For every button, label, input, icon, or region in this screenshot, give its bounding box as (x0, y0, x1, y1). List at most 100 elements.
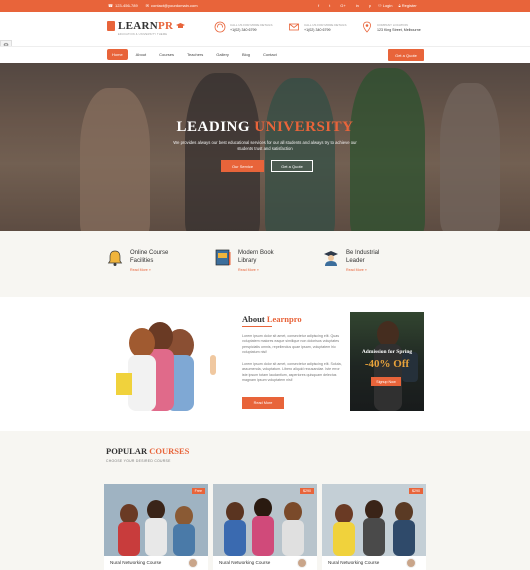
promo-title: Admission for Spring (361, 349, 413, 355)
nav-item-courses[interactable]: Courses (154, 49, 179, 60)
feature-title: Online Course Facilities (130, 250, 169, 264)
promo-discount: -40% Off (364, 358, 410, 370)
email-text: contact@yourdomain.com (151, 3, 198, 8)
logo[interactable]: LEARNPR (107, 20, 186, 32)
pinterest-icon[interactable]: p (369, 3, 371, 8)
price-badge: Free (191, 488, 205, 494)
login-link[interactable]: ⚇ Login (378, 3, 393, 8)
courses-subtitle: CHOOSE YOUR DESIRED COURSE (106, 459, 171, 463)
hero-banner: LEADING UNIVERSITY We provides always ou… (0, 63, 530, 231)
course-card[interactable]: Free Nural Networking Course (104, 484, 208, 570)
course-card[interactable]: $290 Nural Networking Course (213, 484, 317, 570)
register-link[interactable]: 🔒︎ Register (399, 3, 417, 8)
courses-title-accent: COURSES (149, 446, 190, 456)
top-bar: ☎ 123-456-789 ✉ contact@yourdomain.com f t… (0, 0, 530, 12)
read-more-link[interactable]: Read More » (238, 268, 288, 272)
feature-title: Modern Book Library (238, 250, 274, 264)
envelope-icon (289, 23, 299, 31)
about-title-main: About (242, 314, 265, 324)
course-image (322, 484, 426, 556)
nav-item-gallery[interactable]: Gallery (211, 49, 234, 60)
hero-title: LEADING UNIVERSITY (0, 119, 530, 136)
price-badge: $290 (409, 488, 423, 494)
register-text: Register (401, 3, 417, 8)
lock-icon: 🔒︎ (398, 3, 401, 8)
info-label: CALL US FOR MORE DETAILS (230, 22, 273, 27)
hero-quote-button[interactable]: Get a Quote (271, 160, 313, 172)
login-text: Login (382, 3, 393, 8)
course-card[interactable]: $290 Nural Networking Course (322, 484, 426, 570)
instructor-avatar (297, 558, 307, 568)
logo-accent: PR (158, 20, 174, 32)
get-quote-button[interactable]: Get a Quote (388, 49, 424, 61)
bell-icon (107, 250, 123, 266)
header-location-info: COMPANY LOCATION 123 King Street, Melbou… (361, 21, 421, 33)
headset-icon (214, 21, 226, 33)
info-value: 123 King Street, Melbourne (377, 27, 421, 32)
book-icon (215, 249, 231, 266)
nav-items: Home About Courses Teachers Gallery Blog… (107, 49, 282, 60)
about-paragraph: Lorem ipsum dolor sit amet, consectetur … (242, 334, 340, 355)
phone-text: 123-456-789 (114, 3, 138, 8)
twitter-icon[interactable]: t (329, 3, 330, 8)
nav-item-blog[interactable]: Blog (237, 49, 255, 60)
logo-mark-icon (107, 21, 115, 31)
read-more-link[interactable]: Read More » (130, 268, 182, 272)
our-service-button[interactable]: Our Service (221, 160, 264, 172)
about-title: About Learnpro (242, 314, 302, 324)
site-header: LEARNPR EDUCATION & UNIVERSITY THEME CAL… (0, 12, 530, 46)
course-name[interactable]: Nural Networking Course (328, 560, 379, 565)
nav-item-home[interactable]: Home (107, 49, 128, 60)
header-phone-info: CALL US FOR MORE DETAILS +1(02) 340 6799 (214, 21, 273, 33)
info-label: CALL US FOR MORE DETAILS (304, 22, 347, 27)
email-item[interactable]: ✉ contact@yourdomain.com (146, 3, 198, 8)
info-label: COMPANY LOCATION (377, 22, 408, 27)
logo-tagline: EDUCATION & UNIVERSITY THEME (118, 33, 168, 36)
price-badge: $290 (300, 488, 314, 494)
course-name[interactable]: Nural Networking Course (219, 560, 270, 565)
hero-title-accent: UNIVERSITY (254, 119, 354, 135)
course-name[interactable]: Nural Networking Course (110, 560, 161, 565)
phone-item[interactable]: ☎ 123-456-789 (108, 3, 138, 8)
main-nav: Home About Courses Teachers Gallery Blog… (0, 46, 530, 62)
about-title-accent: Learnpro (266, 314, 302, 324)
about-paragraph: Lorem ipsum dolor sit amet, consectetur … (242, 362, 342, 383)
read-more-link[interactable]: Read More » (346, 268, 396, 272)
instructor-avatar (406, 558, 416, 568)
hero-title-main: LEADING (176, 119, 251, 135)
social-links: f t G+ in p (318, 3, 371, 8)
features-section: Online Course Facilities Read More » Mod… (0, 231, 530, 297)
facebook-icon[interactable]: f (318, 3, 319, 8)
auth-links: ⚇ Login 🔒︎ Register (378, 3, 417, 8)
hero-buttons: Our Service Get a Quote (221, 160, 313, 172)
graduation-cap-icon (176, 23, 186, 28)
feature-online-course: Online Course Facilities Read More » (107, 249, 182, 272)
students-image (116, 322, 216, 411)
courses-title: POPULAR COURSES (106, 446, 189, 456)
feature-book-library: Modern Book Library Read More » (215, 249, 288, 272)
info-value: +1(02) 340 6799 (304, 27, 331, 32)
mail-icon: ✉ (145, 3, 150, 8)
title-underline (242, 326, 272, 327)
hero-subtitle: We provides always our best educational … (173, 140, 357, 151)
course-image (104, 484, 208, 556)
google-plus-icon[interactable]: G+ (340, 3, 345, 8)
top-contact: ☎ 123-456-789 ✉ contact@yourdomain.com (108, 3, 198, 8)
admission-promo: Admission for Spring -40% Off Signup Now (350, 312, 424, 411)
logo-main: LEARN (118, 20, 159, 32)
nav-item-teachers[interactable]: Teachers (182, 49, 208, 60)
about-read-more-button[interactable]: Read More (242, 397, 284, 409)
courses-section: POPULAR COURSES CHOOSE YOUR DESIRED COUR… (0, 431, 530, 570)
user-icon: ⚇ (378, 3, 382, 8)
nav-item-about[interactable]: About (131, 49, 151, 60)
feature-industrial-leader: Be Industrial Leader Read More » (323, 249, 396, 272)
course-image (213, 484, 317, 556)
phone-icon: ☎ (108, 3, 113, 8)
nav-item-contact[interactable]: Contact (258, 49, 282, 60)
signup-now-button[interactable]: Signup Now (371, 377, 401, 386)
courses-title-main: POPULAR (106, 446, 148, 456)
info-value: +1(02) 340 6799 (230, 27, 257, 32)
graduate-icon (324, 251, 338, 266)
linkedin-icon[interactable]: in (356, 3, 359, 8)
feature-title: Be Industrial Leader (346, 250, 380, 264)
